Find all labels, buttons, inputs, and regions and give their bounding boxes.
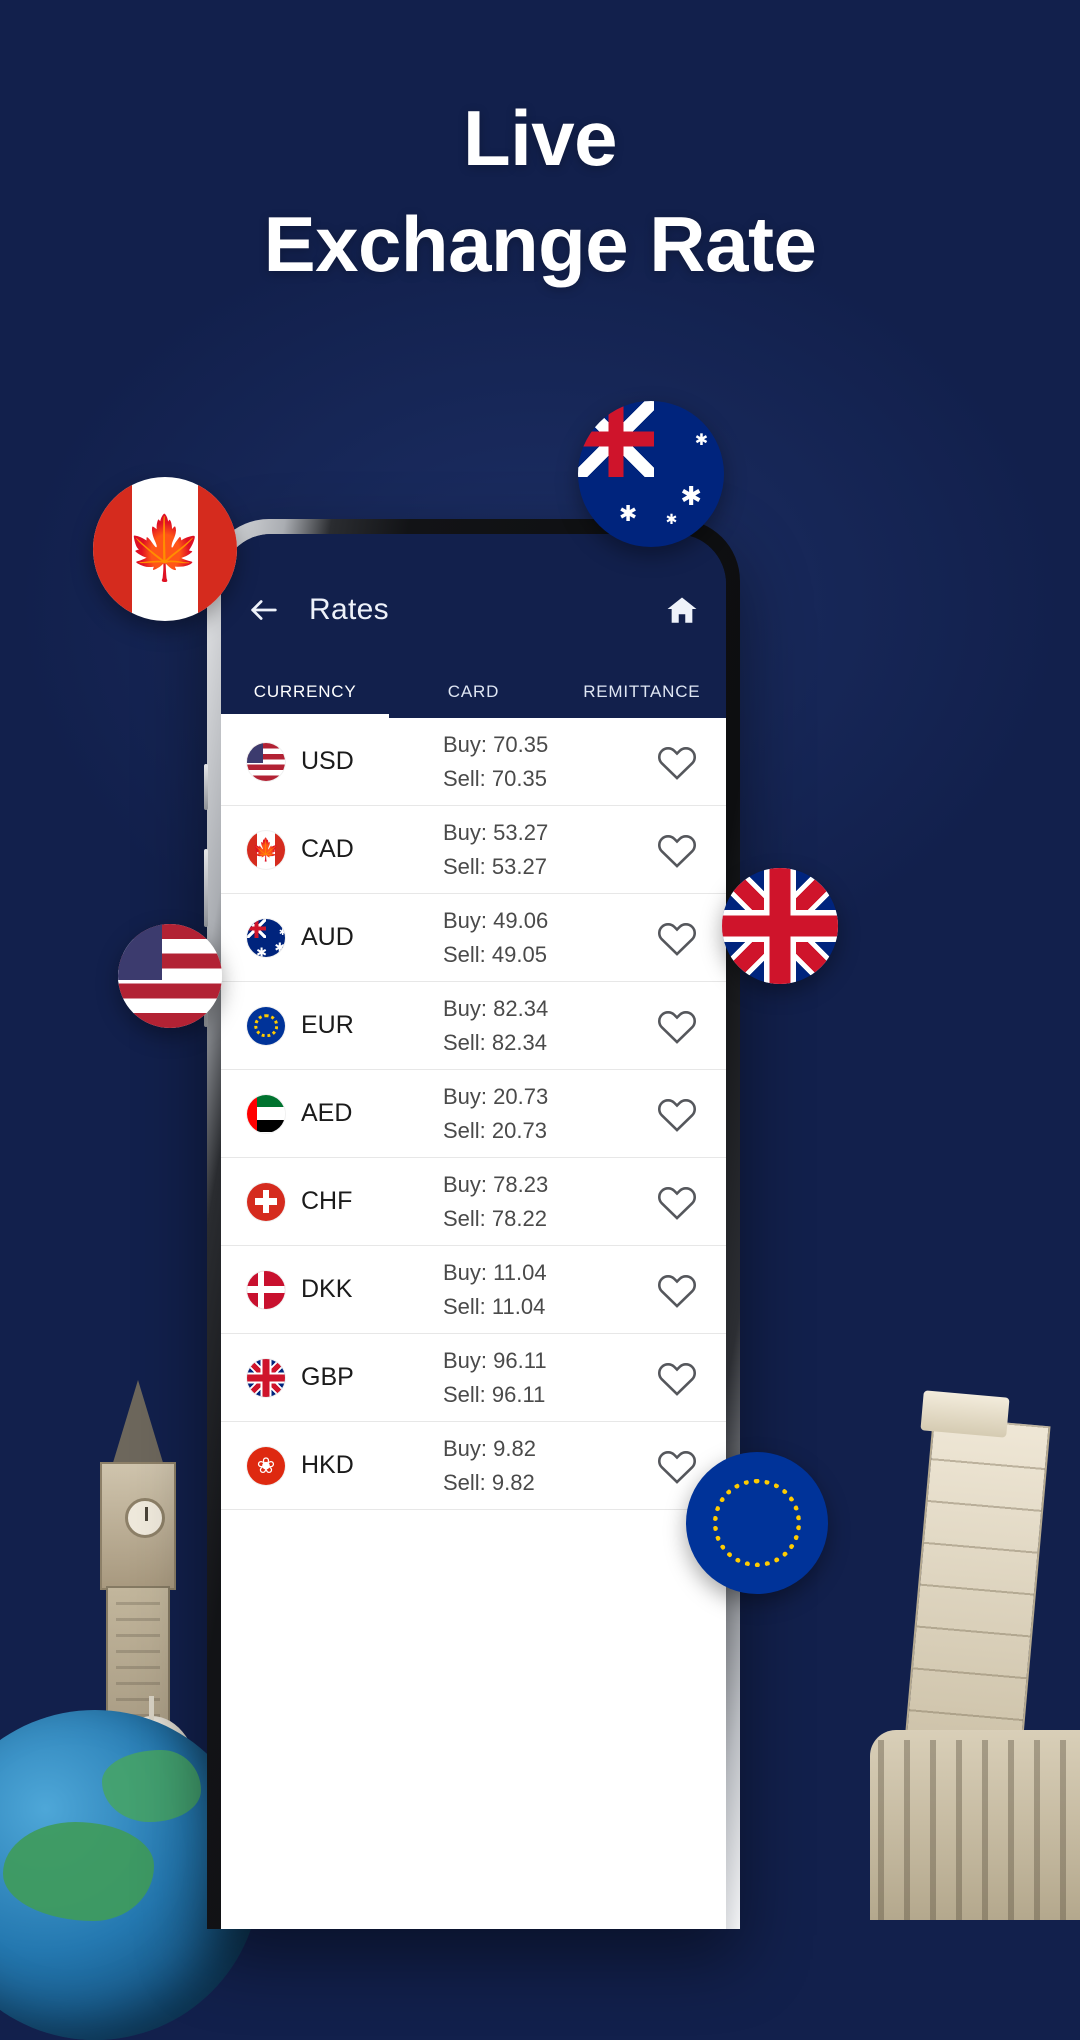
australia-flag-icon: ✱ ✱ ✱: [247, 918, 285, 957]
buy-rate: Buy: 11.04: [443, 1260, 547, 1286]
sell-rate: Sell: 78.22: [443, 1205, 547, 1231]
phone-screen: Rates CURRENCY CARD REMITTANCE USD Buy: …: [221, 534, 726, 1929]
currency-code: AUD: [301, 923, 354, 951]
currency-code: DKK: [301, 1275, 353, 1303]
heart-outline-icon[interactable]: [654, 827, 700, 873]
buy-rate: Buy: 49.06: [443, 908, 549, 934]
heart-outline-icon[interactable]: [654, 1355, 700, 1401]
currency-code: USD: [301, 747, 354, 775]
table-row[interactable]: ❀ HKD Buy: 9.82 Sell: 9.82: [221, 1422, 726, 1510]
table-row[interactable]: GBP Buy: 96.11 Sell: 96.11: [221, 1334, 726, 1422]
rate-values: Buy: 96.11 Sell: 96.11: [397, 1344, 654, 1411]
tab-remittance[interactable]: REMITTANCE: [558, 682, 726, 718]
canada-flag-icon: 🍁: [247, 830, 285, 869]
currency-code: CAD: [301, 835, 354, 863]
table-row[interactable]: DKK Buy: 11.04 Sell: 11.04: [221, 1246, 726, 1334]
rate-values: Buy: 11.04 Sell: 11.04: [397, 1256, 654, 1323]
heart-outline-icon[interactable]: [654, 1267, 700, 1313]
rate-values: Buy: 49.06 Sell: 49.05: [397, 904, 654, 971]
usa-flag-icon: [247, 742, 285, 781]
buy-rate: Buy: 53.27: [443, 820, 549, 846]
heart-outline-icon[interactable]: [654, 1179, 700, 1225]
currency-code: EUR: [301, 1011, 354, 1039]
buy-rate: Buy: 96.11: [443, 1348, 547, 1374]
sell-rate: Sell: 49.05: [443, 941, 547, 967]
back-arrow-icon[interactable]: [247, 593, 281, 627]
currency-code: CHF: [301, 1187, 353, 1215]
headline-line-2: Exchange Rate: [263, 200, 817, 289]
heart-outline-icon[interactable]: [654, 1003, 700, 1049]
table-row[interactable]: 🍁 CAD Buy: 53.27 Sell: 53.27: [221, 806, 726, 894]
rates-list[interactable]: USD Buy: 70.35 Sell: 70.35 🍁 CAD Buy: 53…: [221, 718, 726, 1929]
heart-outline-icon[interactable]: [654, 915, 700, 961]
buy-rate: Buy: 82.34: [443, 996, 549, 1022]
rate-values: Buy: 20.73 Sell: 20.73: [397, 1080, 654, 1147]
heart-outline-icon[interactable]: [654, 1091, 700, 1137]
uk-flag-icon: [247, 1358, 285, 1397]
table-row[interactable]: AED Buy: 20.73 Sell: 20.73: [221, 1070, 726, 1158]
eu-flag-icon: [247, 1006, 285, 1045]
rate-values: Buy: 82.34 Sell: 82.34: [397, 992, 654, 1059]
sell-rate: Sell: 96.11: [443, 1381, 546, 1407]
heart-outline-icon[interactable]: [654, 739, 700, 785]
switzerland-flag-icon: [247, 1182, 285, 1221]
phone-volume-up-button: [204, 849, 208, 927]
sell-rate: Sell: 70.35: [443, 765, 547, 791]
sell-rate: Sell: 53.27: [443, 853, 547, 879]
rate-values: Buy: 70.35 Sell: 70.35: [397, 728, 654, 795]
page-title: Live Exchange Rate: [0, 94, 1080, 289]
phone-mockup: Rates CURRENCY CARD REMITTANCE USD Buy: …: [204, 519, 740, 1929]
table-row[interactable]: ✱ ✱ ✱ AUD Buy: 49.06 Sell: 49.05: [221, 894, 726, 982]
usa-flag-badge: [118, 924, 222, 1028]
sell-rate: Sell: 9.82: [443, 1469, 535, 1495]
app-bar: Rates: [221, 534, 726, 646]
eu-flag-badge: [686, 1452, 828, 1594]
canada-flag-badge: 🍁: [93, 477, 237, 621]
app-bar-title: Rates: [309, 593, 389, 626]
phone-mute-switch: [204, 764, 208, 810]
currency-code: HKD: [301, 1451, 354, 1479]
sell-rate: Sell: 11.04: [443, 1293, 546, 1319]
currency-code: AED: [301, 1099, 353, 1127]
table-row[interactable]: EUR Buy: 82.34 Sell: 82.34: [221, 982, 726, 1070]
uk-flag-badge: [722, 868, 838, 984]
buy-rate: Buy: 78.23: [443, 1172, 549, 1198]
sell-rate: Sell: 82.34: [443, 1029, 547, 1055]
tab-card[interactable]: CARD: [389, 682, 557, 718]
buy-rate: Buy: 9.82: [443, 1436, 536, 1462]
australia-flag-badge: ✱ ✱ ✱ ✱: [578, 401, 724, 547]
tab-currency[interactable]: CURRENCY: [221, 682, 390, 718]
heart-outline-icon[interactable]: [654, 1443, 700, 1489]
currency-code: GBP: [301, 1363, 354, 1391]
table-row[interactable]: USD Buy: 70.35 Sell: 70.35: [221, 718, 726, 806]
headline-line-1: Live: [462, 94, 618, 182]
denmark-flag-icon: [247, 1270, 285, 1309]
hongkong-flag-icon: ❀: [247, 1446, 285, 1485]
buy-rate: Buy: 20.73: [443, 1084, 549, 1110]
rate-values: Buy: 9.82 Sell: 9.82: [397, 1432, 654, 1499]
rate-values: Buy: 78.23 Sell: 78.22: [397, 1168, 654, 1235]
table-row[interactable]: CHF Buy: 78.23 Sell: 78.22: [221, 1158, 726, 1246]
home-icon[interactable]: [664, 593, 700, 627]
buy-rate: Buy: 70.35: [443, 732, 549, 758]
sell-rate: Sell: 20.73: [443, 1117, 547, 1143]
rate-values: Buy: 53.27 Sell: 53.27: [397, 816, 654, 883]
rates-tab-bar: CURRENCY CARD REMITTANCE: [221, 646, 726, 718]
uae-flag-icon: [247, 1094, 285, 1133]
